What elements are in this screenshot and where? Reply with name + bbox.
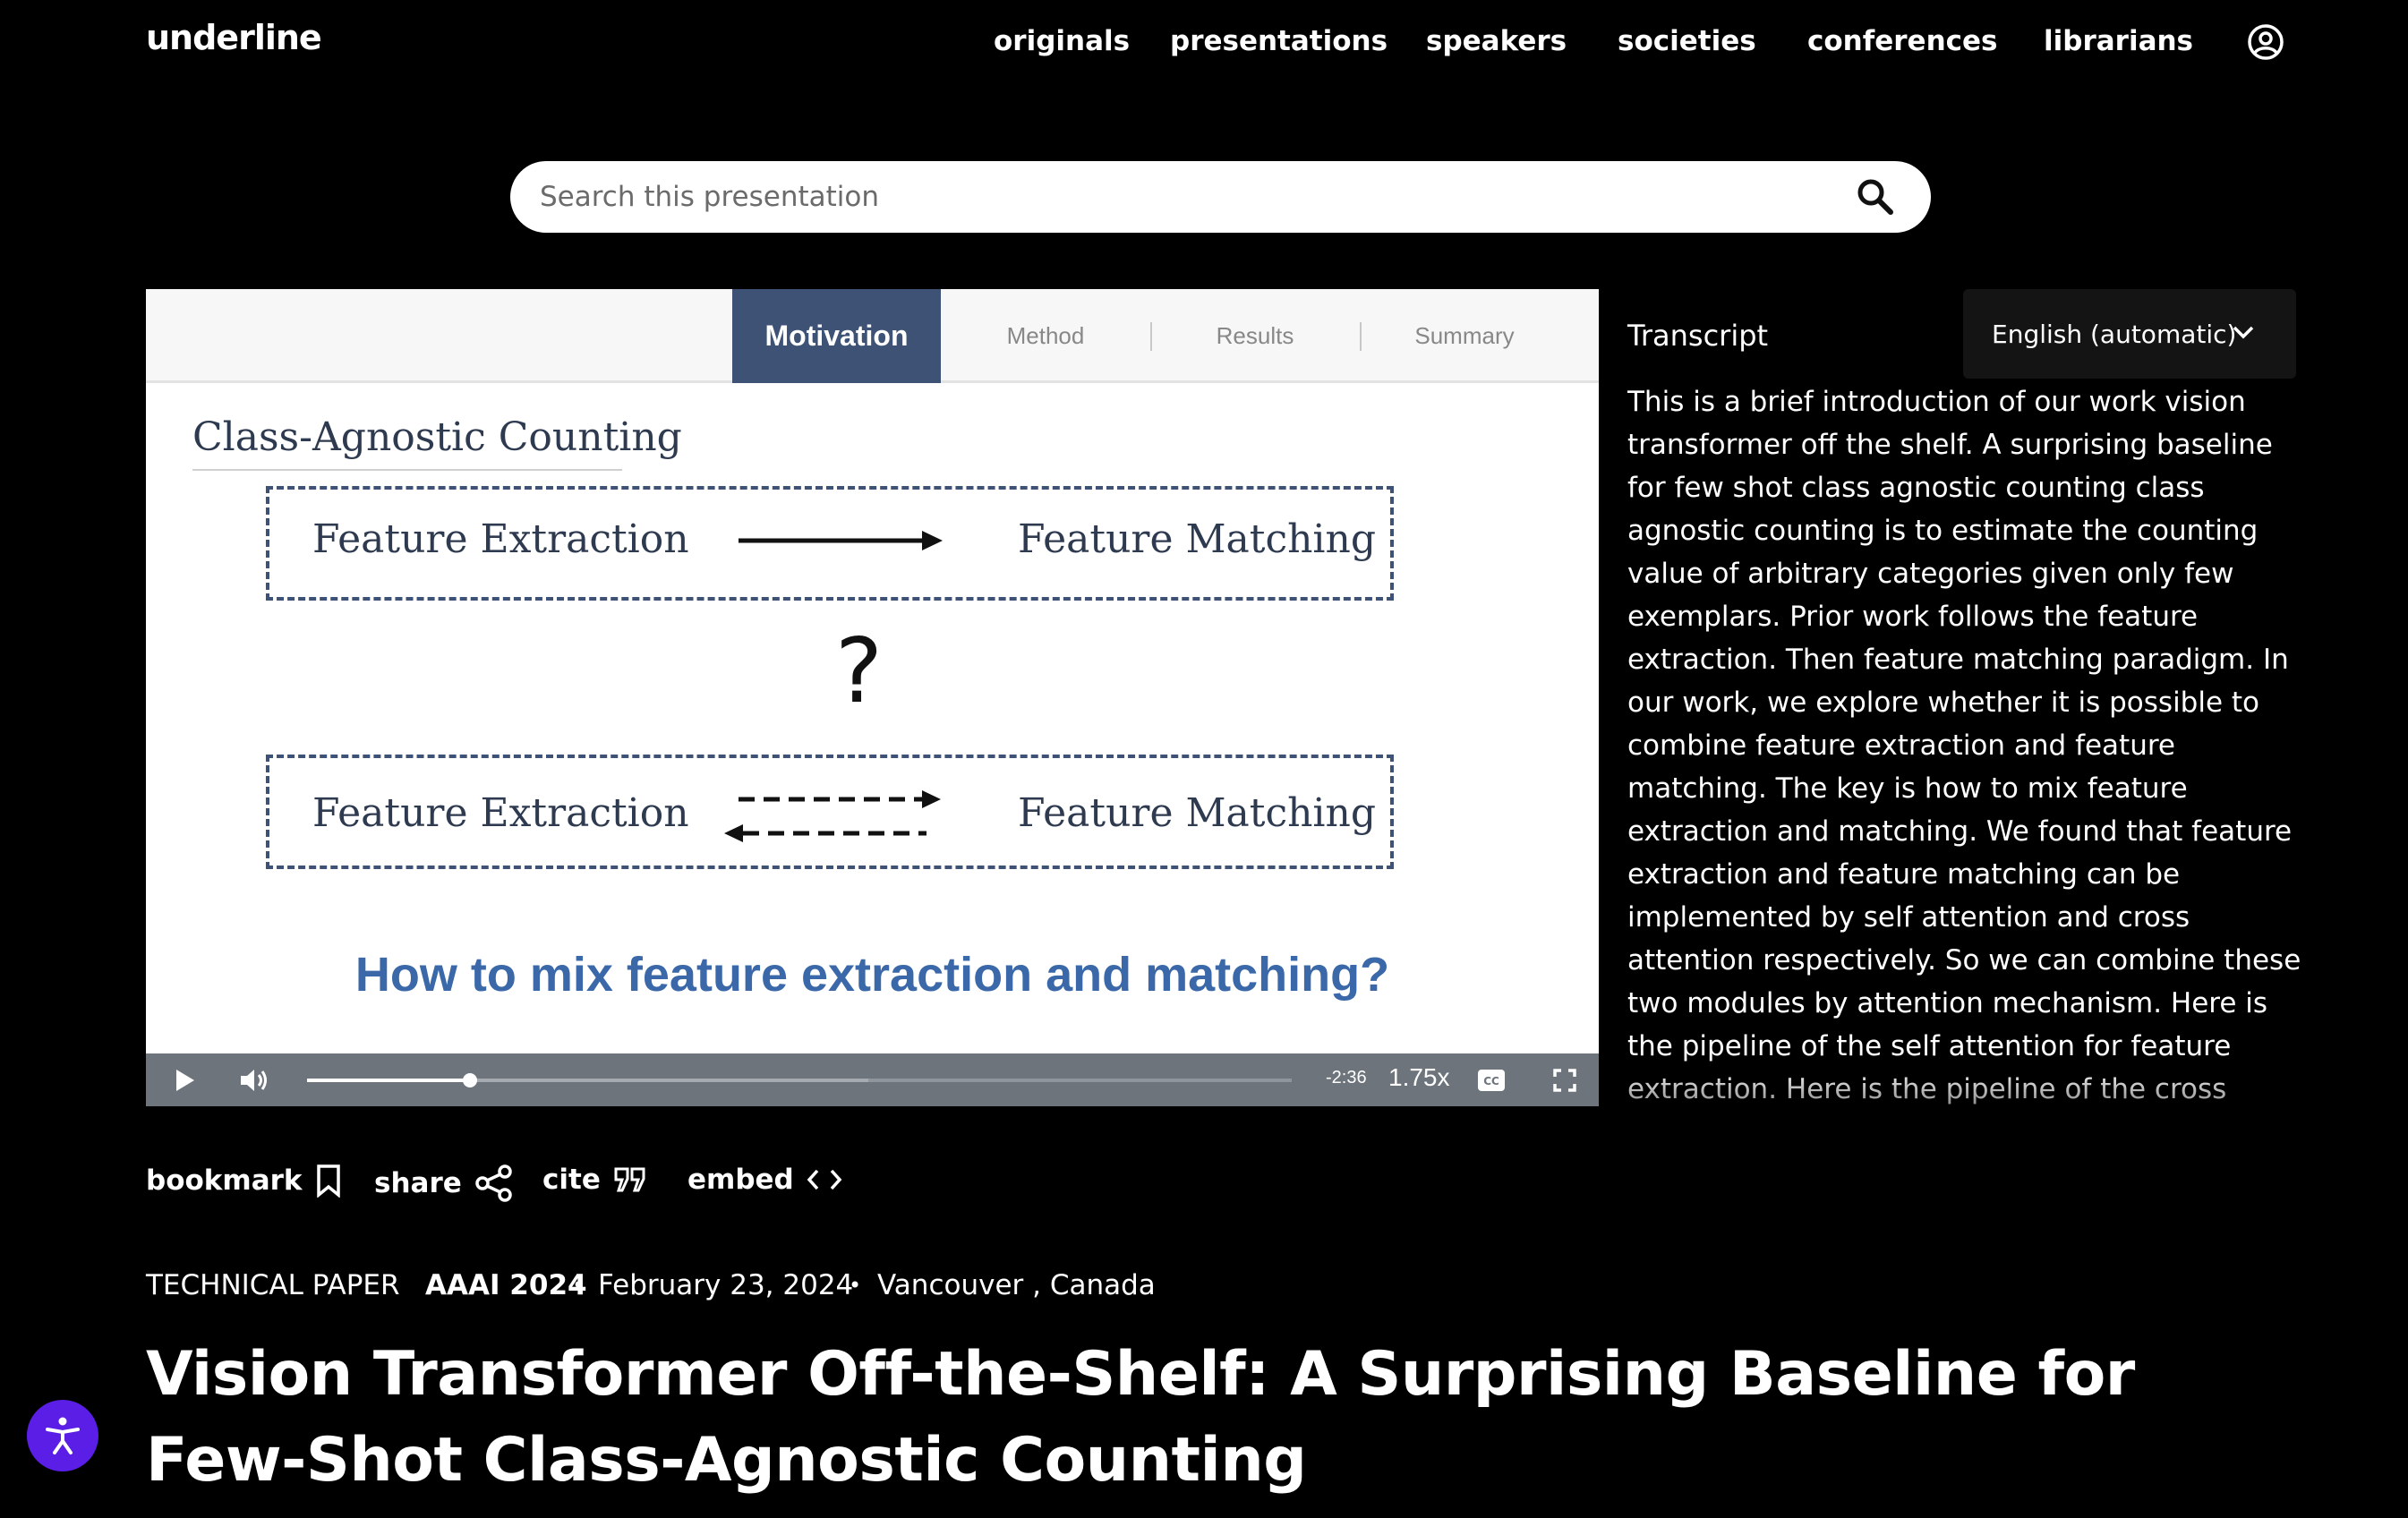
captions-icon[interactable]: CC (1477, 1069, 1506, 1092)
nav-presentations[interactable]: presentations (1170, 25, 1388, 57)
transcript-title: Transcript (1627, 319, 1769, 353)
cite-label: cite (542, 1164, 601, 1196)
box-label-matching: Feature Matching (1018, 790, 1376, 836)
slide-question: How to mix feature extraction and matchi… (354, 948, 1390, 1002)
chevron-down-icon (2233, 326, 2254, 339)
page-title: Vision Transformer Off-the-Shelf: A Surp… (146, 1339, 2135, 1496)
box-label-extraction: Feature Extraction (312, 790, 689, 836)
cite-button[interactable]: cite (542, 1164, 647, 1196)
played-range (307, 1079, 470, 1082)
nav-originals[interactable]: originals (994, 25, 1130, 57)
search-input[interactable] (540, 161, 1838, 233)
slide-tab-results: Results (1216, 322, 1294, 349)
share-icon (475, 1164, 512, 1202)
time-remaining: -2:36 (1326, 1068, 1367, 1087)
heading-underline (192, 469, 622, 471)
transcript-text[interactable]: This is a brief introduction of our work… (1627, 380, 2308, 1110)
slide-tab-summary: Summary (1414, 322, 1515, 349)
accessibility-button[interactable] (27, 1400, 98, 1471)
slide-section-tabs: Motivation Method Results Summary (146, 289, 1599, 383)
code-brackets-icon (807, 1169, 842, 1190)
mixed-pipeline-box: Feature Extraction Feature Matching (266, 755, 1394, 869)
presentation-search (510, 161, 1931, 233)
bookmark-button[interactable]: bookmark (146, 1164, 342, 1198)
volume-icon[interactable] (239, 1067, 269, 1094)
transcript-language-select[interactable]: English (automatic) (1963, 289, 2296, 379)
svg-text:CC: CC (1483, 1075, 1499, 1087)
embed-label: embed (687, 1164, 794, 1196)
play-icon[interactable] (175, 1069, 196, 1092)
meta-separator: • (849, 1273, 862, 1298)
sequential-pipeline-box: Feature Extraction Feature Matching (266, 486, 1394, 601)
slide-tab-motivation: Motivation (732, 289, 941, 383)
fullscreen-icon[interactable] (1553, 1069, 1576, 1092)
player-controls: -2:36 1.75x CC (146, 1053, 1599, 1106)
bookmark-label: bookmark (146, 1164, 303, 1197)
account-icon[interactable] (2247, 23, 2284, 61)
nav-conferences[interactable]: conferences (1807, 25, 1998, 57)
slide-heading: Class-Agnostic Counting (192, 414, 682, 460)
box-label-matching: Feature Matching (1018, 516, 1376, 562)
search-icon[interactable] (1856, 177, 1895, 217)
nav-societies[interactable]: societies (1618, 25, 1756, 57)
accessibility-icon (46, 1417, 80, 1454)
playback-speed-button[interactable]: 1.75x (1388, 1063, 1450, 1092)
site-header: underline originals presentations speake… (0, 0, 2408, 90)
right-arrow-icon (739, 531, 943, 550)
bookmark-icon (316, 1164, 340, 1198)
share-button[interactable]: share (374, 1164, 514, 1203)
nav-librarians[interactable]: librarians (2044, 25, 2193, 57)
presentation-location: Vancouver , Canada (877, 1269, 1156, 1301)
question-mark: ? (835, 618, 884, 723)
selected-language: English (automatic) (1992, 320, 2237, 349)
nav-speakers[interactable]: speakers (1426, 25, 1567, 57)
share-label: share (374, 1167, 462, 1199)
quote-icon (614, 1167, 645, 1192)
bidirectional-arrows-icon (724, 790, 941, 842)
transcript-fade (1627, 1065, 2308, 1114)
presentation-type: TECHNICAL PAPER (146, 1269, 400, 1301)
progress-bar[interactable] (307, 1073, 1292, 1087)
embed-button[interactable]: embed (687, 1164, 842, 1196)
video-player[interactable]: Motivation Method Results Summary Class-… (146, 289, 1599, 1106)
presentation-date: February 23, 2024 (598, 1269, 854, 1301)
seek-handle[interactable] (462, 1073, 477, 1087)
conference-link[interactable]: AAAI 2024 (425, 1269, 587, 1301)
main-nav: originals presentations speakers societi… (0, 25, 2408, 61)
meta-separator: • (572, 1273, 585, 1298)
slide-tab-method: Method (1006, 322, 1085, 349)
box-label-extraction: Feature Extraction (312, 516, 689, 562)
